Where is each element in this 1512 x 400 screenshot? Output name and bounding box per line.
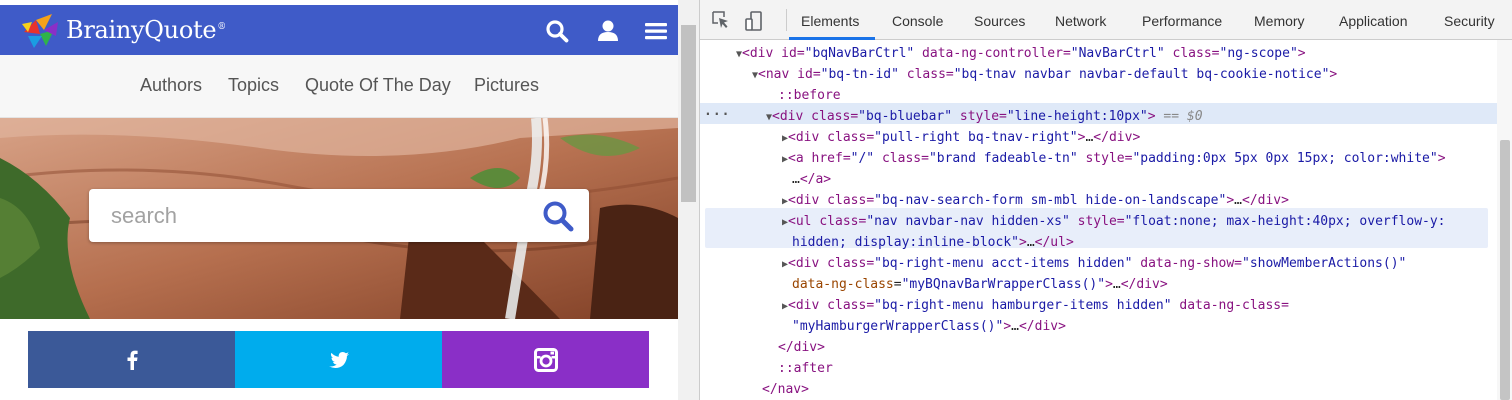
instagram-button[interactable] — [442, 331, 649, 388]
dom-node-line[interactable]: ▶<ul class="nav navbar-nav hidden-xs" st… — [782, 211, 1446, 232]
tab-elements[interactable]: Elements — [801, 13, 859, 29]
dom-node-line[interactable]: </nav> — [762, 379, 809, 400]
nav-link-topics[interactable]: Topics — [228, 75, 279, 96]
devtools-scrollbar-thumb[interactable] — [1500, 140, 1510, 400]
dom-node-line[interactable]: ▼<nav id="bq-tn-id" class="bq-tnav navba… — [752, 64, 1337, 85]
registered-mark: ® — [217, 22, 226, 32]
devtools-toolbar: Elements Console Sources Network Perform… — [700, 0, 1512, 40]
facebook-button[interactable] — [28, 331, 235, 388]
search-input[interactable]: search — [111, 203, 177, 229]
brand-name: BrainyQuote® — [66, 16, 226, 44]
inspect-element-icon[interactable] — [712, 11, 730, 29]
hamburger-menu-icon[interactable] — [644, 19, 668, 43]
dom-node-line[interactable]: ▼<div id="bqNavBarCtrl" data-ng-controll… — [736, 43, 1306, 64]
dom-node-line[interactable]: ▶<div class="pull-right bq-tnav-right">…… — [782, 127, 1140, 148]
topic-nav: Authors Topics Quote Of The Day Pictures — [0, 55, 678, 118]
tab-memory[interactable]: Memory — [1254, 13, 1305, 29]
tab-application[interactable]: Application — [1339, 13, 1408, 29]
dom-node-line[interactable]: hidden; display:inline-block">…</ul> — [792, 232, 1074, 253]
user-icon[interactable] — [596, 19, 620, 43]
twitter-icon — [328, 351, 349, 368]
toolbar-separator — [786, 9, 787, 31]
instagram-icon — [533, 347, 558, 372]
dom-node-line[interactable]: ::before — [778, 85, 841, 106]
dom-node-line[interactable]: …</a> — [792, 169, 831, 190]
tab-console[interactable]: Console — [892, 13, 943, 29]
nav-link-pictures[interactable]: Pictures — [474, 75, 539, 96]
device-toolbar-icon[interactable] — [745, 11, 763, 31]
search-icon[interactable] — [545, 19, 569, 43]
dom-node-line[interactable]: data-ng-class="myBQnavBarWrapperClass()"… — [792, 274, 1168, 295]
dom-node-line[interactable]: ▶<div class="bq-nav-search-form sm-mbl h… — [782, 190, 1289, 211]
brand-link[interactable]: BrainyQuote® — [18, 10, 226, 50]
devtools-panel: Elements Console Sources Network Perform… — [699, 0, 1512, 400]
tab-network[interactable]: Network — [1055, 13, 1106, 29]
elements-dom-tree: ... ▼<div id="bqNavBarCtrl" data-ng-cont… — [700, 40, 1497, 400]
twitter-button[interactable] — [235, 331, 442, 388]
page-viewport: BrainyQuote® Authors Topics Quote Of The… — [0, 0, 678, 400]
dom-node-line[interactable]: ::after — [778, 358, 833, 379]
page-scrollbar-thumb[interactable] — [681, 25, 696, 202]
social-bar — [28, 331, 649, 388]
tab-security[interactable]: Security — [1444, 13, 1495, 29]
dom-node-line[interactable]: ▶<div class="bq-right-menu hamburger-ite… — [782, 295, 1289, 316]
page-scrollbar[interactable] — [678, 0, 699, 400]
dom-node-line[interactable]: ▶<div class="bq-right-menu acct-items hi… — [782, 253, 1406, 274]
tab-sources[interactable]: Sources — [974, 13, 1025, 29]
nav-link-authors[interactable]: Authors — [140, 75, 202, 96]
dom-node-line[interactable]: ▼<div class="bq-bluebar" style="line-hei… — [766, 106, 1203, 127]
dom-node-line[interactable]: "myHamburgerWrapperClass()">…</div> — [792, 316, 1066, 337]
search-box[interactable]: search — [89, 189, 589, 242]
tab-performance[interactable]: Performance — [1142, 13, 1222, 29]
dom-node-line[interactable]: ▶<a href="/" class="brand fadeable-tn" s… — [782, 148, 1446, 169]
site-header: BrainyQuote® — [0, 5, 678, 55]
devtools-scrollbar[interactable] — [1497, 40, 1512, 400]
nav-link-quote-of-the-day[interactable]: Quote Of The Day — [305, 75, 451, 96]
brainyquote-logo-icon — [22, 14, 58, 48]
node-actions-menu[interactable]: ... — [704, 104, 730, 119]
dom-node-line[interactable]: </div> — [778, 337, 825, 358]
facebook-icon — [127, 350, 138, 370]
search-submit-icon[interactable] — [541, 200, 575, 232]
